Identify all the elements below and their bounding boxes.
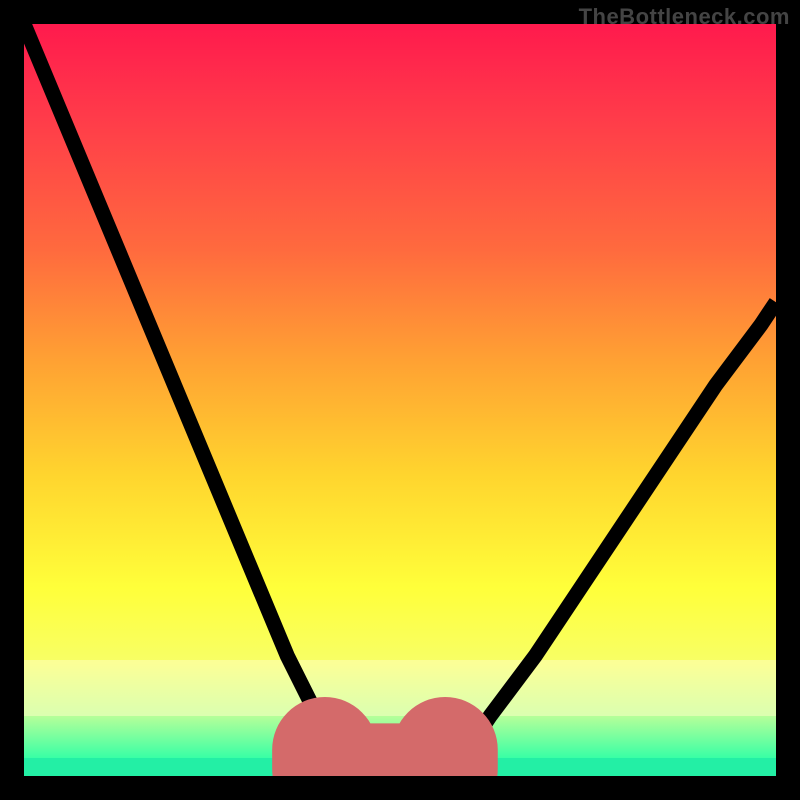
optimal-bracket bbox=[325, 750, 445, 776]
curve-layer bbox=[24, 24, 776, 776]
watermark-text: TheBottleneck.com bbox=[579, 4, 790, 30]
curve-right bbox=[445, 302, 776, 776]
plot-area bbox=[24, 24, 776, 776]
chart-frame: TheBottleneck.com bbox=[0, 0, 800, 800]
curve-left bbox=[24, 24, 355, 776]
